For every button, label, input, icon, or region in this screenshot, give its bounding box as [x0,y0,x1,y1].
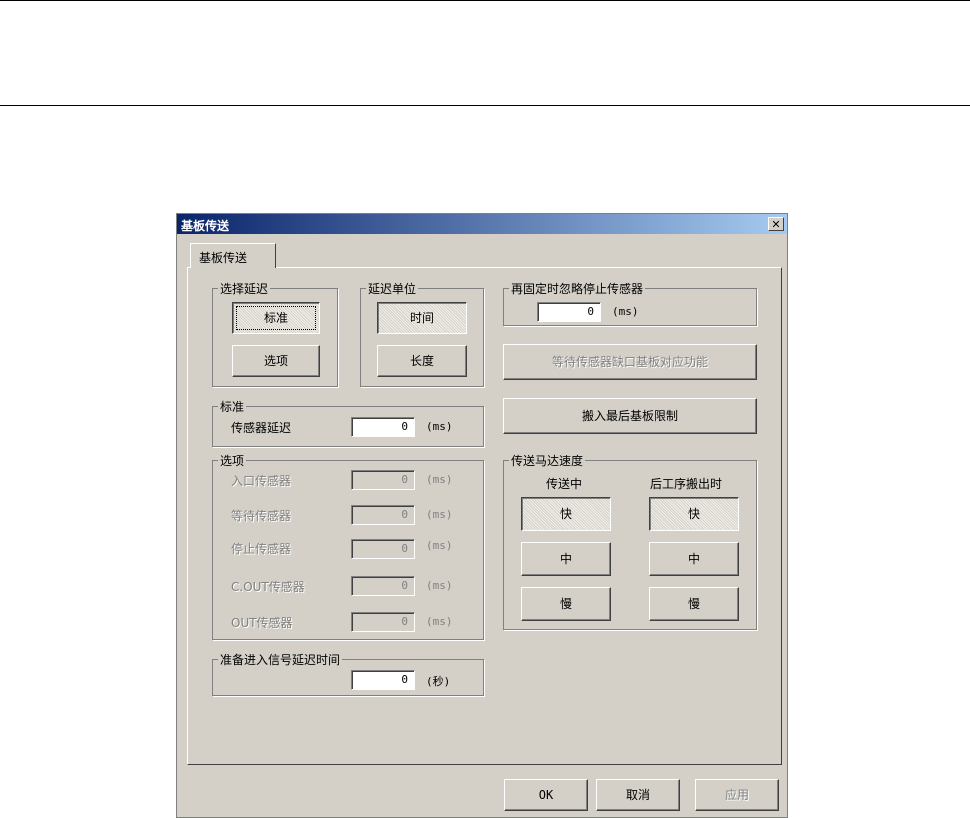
transfer-medium-button[interactable]: 中 [521,542,611,576]
ready-signal-input[interactable]: 0 [351,670,415,690]
out-sensor-unit: (ms) [426,615,453,628]
delay-option-button[interactable]: 选项 [232,345,320,377]
unit-length-button[interactable]: 长度 [377,345,467,377]
refix-input[interactable]: 0 [537,302,601,322]
standard-legend: 标准 [218,398,247,415]
select-delay-group: 选择延迟 标准 选项 [212,280,338,387]
motor-speed-legend: 传送马达速度 [509,452,586,469]
wait-sensor-input[interactable]: 0 [351,505,415,525]
separator-rule [0,105,970,106]
after-slow-button[interactable]: 慢 [649,587,739,621]
cout-sensor-input[interactable]: 0 [351,576,415,596]
entry-sensor-unit: (ms) [426,473,453,486]
options-legend: 选项 [218,452,247,469]
cout-sensor-unit: (ms) [426,579,453,592]
sensor-delay-unit: (ms) [426,420,453,433]
stop-sensor-label: 停止传感器 [231,542,292,556]
sensor-delay-input[interactable]: 0 [351,417,415,437]
delay-standard-button[interactable]: 标准 [232,302,320,334]
options-group: 选项 入口传感器 0 (ms) 等待传感器 0 (ms) 停止传感器 0 (ms… [212,452,484,640]
wait-sensor-notch-button[interactable]: 等待传感器缺口基板对应功能 [503,344,757,380]
top-rule [0,0,970,1]
dialog-title: 基板传送 [181,219,230,233]
refix-unit: (ms) [612,305,639,318]
select-delay-legend: 选择延迟 [218,280,271,297]
wait-sensor-label: 等待传感器 [231,509,292,523]
apply-button[interactable]: 应用 [695,779,779,811]
ready-signal-group: 准备进入信号延迟时间 0 (秒) [212,651,484,696]
entry-sensor-input[interactable]: 0 [351,470,415,490]
wait-sensor-unit: (ms) [426,508,453,521]
standard-group: 标准 传感器延迟 0 (ms) [212,398,484,447]
delay-unit-legend: 延迟单位 [366,280,419,297]
tab-panel: 选择延迟 标准 选项 延迟单位 时间 长度 标准 传感器延迟 0 (ms) 选项… [187,267,782,765]
stop-sensor-input[interactable]: 0 [351,539,415,559]
transfer-fast-button[interactable]: 快 [521,497,611,531]
tab-board-transfer[interactable]: 基板传送 [190,243,276,268]
after-fast-button[interactable]: 快 [649,497,739,531]
motor-speed-group: 传送马达速度 传送中 后工序搬出时 快 中 慢 快 中 慢 [503,452,757,630]
out-sensor-input[interactable]: 0 [351,612,415,632]
ok-button[interactable]: OK [504,779,588,811]
cancel-button[interactable]: 取消 [596,779,680,811]
col-transfer-label: 传送中 [546,477,583,491]
refix-legend: 再固定时忽略停止传感器 [509,280,646,297]
ready-signal-unit: (秒) [426,675,451,688]
after-medium-button[interactable]: 中 [649,542,739,576]
out-sensor-label: OUT传感器 [231,616,293,630]
col-after-process-label: 后工序搬出时 [650,477,723,491]
carry-in-last-board-limit-button[interactable]: 搬入最后基板限制 [503,398,757,434]
stop-sensor-unit: (ms) [426,539,453,552]
entry-sensor-label: 入口传感器 [231,474,292,488]
tab-label: 基板传送 [199,251,248,265]
delay-unit-group: 延迟单位 时间 长度 [360,280,484,387]
close-icon[interactable]: ✕ [768,217,784,231]
refix-group: 再固定时忽略停止传感器 0 (ms) [503,280,757,326]
cout-sensor-label: C.OUT传感器 [231,580,305,594]
sensor-delay-label: 传感器延迟 [231,421,292,435]
conveyor-dialog: 基板传送 ✕ 基板传送 选择延迟 标准 选项 延迟单位 时间 长度 标准 传感器… [176,213,788,818]
title-bar: 基板传送 ✕ [177,214,787,234]
unit-time-button[interactable]: 时间 [377,302,467,334]
transfer-slow-button[interactable]: 慢 [521,587,611,621]
ready-signal-legend: 准备进入信号延迟时间 [218,651,343,668]
